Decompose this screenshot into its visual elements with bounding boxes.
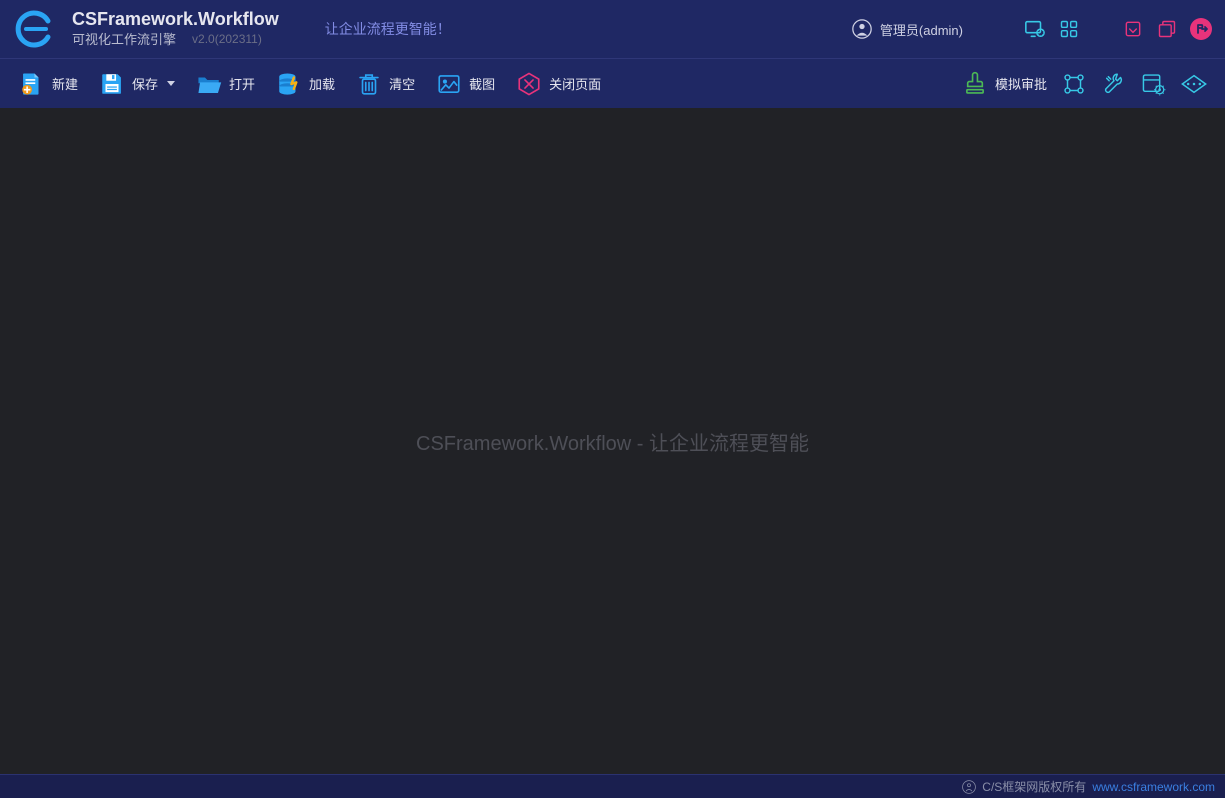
close-page-label: 关闭页面 bbox=[549, 74, 601, 93]
title-info: CSFramework.Workflow 可视化工作流引擎 v2.0(20231… bbox=[72, 10, 279, 49]
maximize-button[interactable] bbox=[1155, 17, 1179, 41]
chevron-down-icon bbox=[167, 81, 175, 86]
screenshot-button[interactable]: 截图 bbox=[427, 66, 503, 102]
monitor-settings-button[interactable] bbox=[1023, 17, 1047, 41]
copyright-icon bbox=[962, 780, 976, 794]
close-button[interactable] bbox=[1189, 17, 1213, 41]
config-gear-button[interactable] bbox=[1139, 69, 1169, 99]
toolbar: 新建 保存 打开 加载 清空 截图 关闭页面 bbox=[0, 58, 1225, 108]
status-bar: C/S框架网版权所有 www.csframework.com bbox=[0, 774, 1225, 798]
cloud-node-button[interactable] bbox=[1179, 69, 1209, 99]
clear-label: 清空 bbox=[389, 74, 415, 93]
load-button[interactable]: 加载 bbox=[267, 66, 343, 102]
app-title: CSFramework.Workflow bbox=[72, 10, 279, 30]
new-button[interactable]: 新建 bbox=[10, 66, 86, 102]
clear-button[interactable]: 清空 bbox=[347, 66, 423, 102]
app-version: v2.0(202311) bbox=[192, 32, 262, 46]
save-button[interactable]: 保存 bbox=[90, 66, 183, 102]
simulate-label: 模拟审批 bbox=[995, 74, 1047, 93]
save-label: 保存 bbox=[132, 74, 158, 93]
workflow-canvas[interactable]: CSFramework.Workflow - 让企业流程更智能 bbox=[0, 108, 1225, 774]
new-file-icon bbox=[18, 70, 46, 98]
user-info[interactable]: 管理员(admin) bbox=[852, 19, 963, 39]
folder-open-icon bbox=[195, 70, 223, 98]
footer-link[interactable]: www.csframework.com bbox=[1092, 780, 1215, 794]
canvas-watermark: CSFramework.Workflow - 让企业流程更智能 bbox=[416, 427, 809, 456]
database-load-icon bbox=[275, 70, 303, 98]
screenshot-label: 截图 bbox=[469, 74, 495, 93]
tools-settings-button[interactable] bbox=[1099, 69, 1129, 99]
workflow-nodes-button[interactable] bbox=[1059, 69, 1089, 99]
user-icon bbox=[852, 19, 872, 39]
new-label: 新建 bbox=[52, 74, 78, 93]
copyright-text: C/S框架网版权所有 bbox=[982, 778, 1086, 795]
app-logo-icon bbox=[12, 7, 56, 51]
user-name: 管理员(admin) bbox=[880, 20, 963, 39]
trash-icon bbox=[355, 70, 383, 98]
grid-apps-button[interactable] bbox=[1057, 17, 1081, 41]
open-button[interactable]: 打开 bbox=[187, 66, 263, 102]
close-hex-icon bbox=[515, 70, 543, 98]
window-controls bbox=[1023, 17, 1213, 41]
title-bar: CSFramework.Workflow 可视化工作流引擎 v2.0(20231… bbox=[0, 0, 1225, 58]
close-page-button[interactable]: 关闭页面 bbox=[507, 66, 609, 102]
image-icon bbox=[435, 70, 463, 98]
save-icon bbox=[98, 70, 126, 98]
minimize-button[interactable] bbox=[1121, 17, 1145, 41]
simulate-button[interactable]: 模拟审批 bbox=[953, 66, 1055, 102]
header-tagline: 让企业流程更智能！ bbox=[325, 19, 451, 39]
stamp-icon bbox=[961, 70, 989, 98]
open-label: 打开 bbox=[229, 74, 255, 93]
app-subtitle: 可视化工作流引擎 bbox=[72, 29, 176, 48]
load-label: 加载 bbox=[309, 74, 335, 93]
